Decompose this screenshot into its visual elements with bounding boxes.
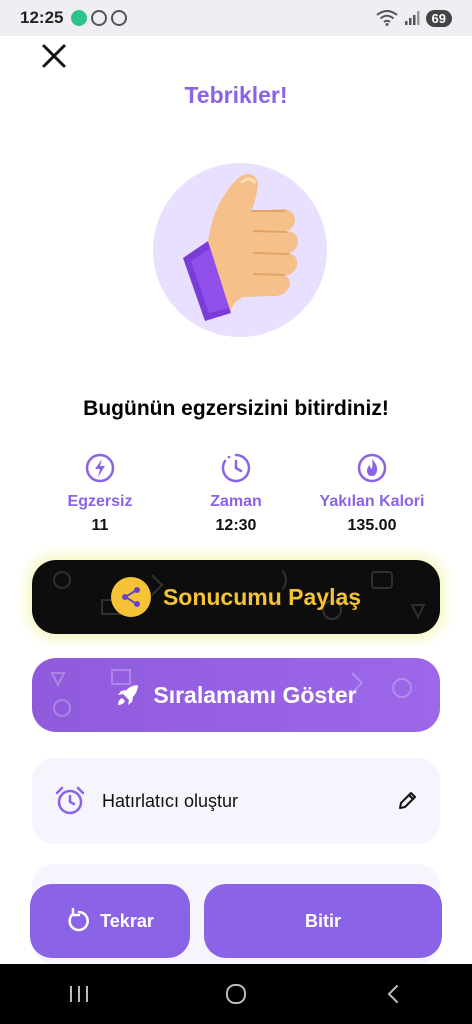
edit-pencil-icon[interactable] (396, 790, 418, 812)
close-button[interactable] (38, 40, 70, 72)
stat-label: Yakılan Kalori (319, 493, 425, 510)
notification-icons (71, 10, 128, 26)
alarm-notification-icon (111, 10, 128, 26)
whatsapp-icon (91, 10, 108, 26)
finish-label: Bitir (305, 910, 341, 931)
thumbs-up-illustration (153, 163, 327, 337)
workout-stats: Egzersiz 11 Zaman 12:30 Yakılan Kalori 1… (0, 452, 472, 542)
timer-icon (221, 453, 251, 483)
recent-apps-icon (69, 986, 88, 1002)
back-button[interactable] (363, 974, 423, 1014)
show-ranking-button[interactable]: Sıralamamı Göster (32, 658, 440, 732)
share-icon (110, 577, 151, 617)
status-right: 69 (375, 9, 452, 27)
completion-headline: Bugünün egzersizini bitirdiniz! (83, 397, 389, 420)
stat-calories: Yakılan Kalori 135.00 (297, 452, 447, 535)
wifi-icon (375, 10, 398, 26)
flame-icon (357, 453, 387, 483)
home-button[interactable] (206, 974, 266, 1014)
rank-button-label: Sıralamamı Göster (153, 681, 357, 708)
close-icon (42, 44, 66, 68)
rocket-icon (118, 685, 139, 705)
stat-time: Zaman 12:30 (161, 452, 311, 535)
back-icon (387, 985, 399, 1003)
stat-exercise: Egzersiz 11 (25, 452, 175, 535)
stat-label: Egzersiz (67, 493, 133, 510)
restart-icon (68, 908, 90, 932)
system-navigation-bar (0, 964, 472, 1024)
stat-value: 11 (91, 517, 109, 534)
lightning-icon (85, 453, 115, 483)
share-button-label: Sonucumu Paylaş (162, 583, 362, 610)
home-icon (225, 984, 246, 1004)
create-reminder-row[interactable]: Hatırlatıcı oluştur (32, 758, 440, 844)
alarm-clock-icon (55, 786, 85, 815)
recent-apps-button[interactable] (49, 974, 109, 1014)
stat-value: 135.00 (347, 517, 397, 534)
finish-button[interactable]: Bitir (204, 884, 442, 958)
stat-value: 12:30 (215, 517, 257, 534)
status-bar: 12:25 69 (0, 0, 472, 36)
signal-icon (404, 11, 420, 25)
app-notification-icon (71, 10, 88, 26)
stat-label: Zaman (210, 493, 262, 510)
reminder-label: Hatırlatıcı oluştur (102, 790, 239, 811)
share-result-button[interactable]: Sonucumu Paylaş (32, 560, 440, 634)
battery-indicator: 69 (425, 9, 452, 27)
status-time: 12:25 (20, 8, 64, 27)
retry-label: Tekrar (100, 910, 154, 931)
page-title: Tebrikler! (184, 82, 288, 108)
thumbs-up-icon (183, 174, 299, 321)
retry-button[interactable]: Tekrar (30, 884, 190, 958)
